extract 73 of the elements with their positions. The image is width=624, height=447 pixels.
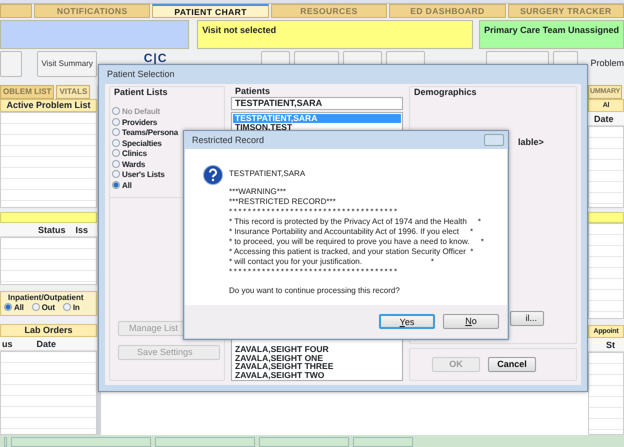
message-line: * Insurance Portability and Accountability Act of 1996. If you elect * bbox=[229, 227, 474, 237]
dialog-button[interactable]: Yes bbox=[379, 314, 435, 329]
radio-button[interactable] bbox=[112, 180, 120, 188]
option-label: Out bbox=[42, 303, 55, 312]
group-title: Demographics bbox=[413, 87, 478, 97]
column-header: us bbox=[2, 338, 13, 350]
problem-label: Problem bbox=[590, 57, 624, 70]
radio-button[interactable] bbox=[112, 160, 120, 168]
radio-button[interactable] bbox=[112, 128, 120, 136]
option-label: No Default bbox=[122, 107, 160, 116]
patient-list-item[interactable]: ZAVALA,SEIGHT ONE bbox=[233, 354, 401, 362]
option-label: In bbox=[72, 303, 80, 312]
option-label: Specialties bbox=[122, 138, 162, 148]
question-icon bbox=[203, 165, 223, 185]
column-header: Status bbox=[38, 224, 66, 236]
column-header: Date bbox=[36, 338, 56, 350]
column-header: Date bbox=[594, 113, 614, 125]
dialog-title: Patient Selection bbox=[106, 68, 176, 81]
option-label: Teams/Persona bbox=[122, 128, 178, 137]
radio-option[interactable]: In bbox=[62, 303, 80, 314]
radio-button[interactable] bbox=[112, 170, 120, 178]
panel-header bbox=[588, 212, 624, 223]
patient-banner[interactable] bbox=[0, 20, 190, 49]
visit-summary-button[interactable]: Visit Summary bbox=[37, 51, 97, 77]
patient-name: TESTPATIENT,SARA bbox=[229, 169, 306, 179]
radio-option[interactable]: Providers bbox=[112, 118, 224, 128]
message-line: ***RESTRICTED RECORD*** bbox=[229, 197, 337, 207]
patient-search-field[interactable]: TESTPATIENT,SARA bbox=[231, 97, 403, 110]
group-title: Patient Lists bbox=[113, 87, 169, 97]
logo: C|C bbox=[144, 50, 168, 67]
toolbar-button[interactable] bbox=[0, 51, 22, 77]
option-label: Wards bbox=[122, 160, 146, 168]
option-label: Clinics bbox=[122, 149, 147, 158]
radio-option[interactable]: All bbox=[4, 303, 24, 314]
dialog-button[interactable]: No bbox=[443, 314, 499, 329]
message-line: * to proceed, you will be required to prove you have a need to know. * bbox=[229, 237, 484, 247]
close-button[interactable] bbox=[484, 134, 504, 146]
patient-list-item[interactable]: ZAVALA,SEIGHT FOUR bbox=[233, 345, 401, 354]
option-label: All bbox=[14, 303, 24, 312]
detail-button[interactable]: il... bbox=[510, 311, 544, 326]
demographics-text: lable> bbox=[517, 137, 545, 147]
care-team-banner[interactable]: Primary Care Team Unassigned bbox=[479, 20, 624, 49]
panel-header: Active Problem List bbox=[0, 99, 97, 112]
radio-button[interactable] bbox=[112, 138, 120, 146]
message-line: ************************************ bbox=[229, 267, 400, 277]
message-line: * Accessing this patient is tracked, and your station Security Officer * bbox=[229, 247, 474, 257]
patient-list-item[interactable]: TIMSON,TEST bbox=[233, 122, 401, 131]
dialog-title: Restricted Record bbox=[191, 134, 266, 147]
message-line: * This record is protected by the Privacy Act of 1974 and the Health * bbox=[229, 217, 482, 227]
cancel-button[interactable]: Cancel bbox=[488, 357, 536, 372]
option-label: Providers bbox=[122, 118, 158, 126]
message-line: * will contact you for your justification. * bbox=[229, 257, 435, 267]
tab[interactable] bbox=[0, 4, 32, 18]
radio-option[interactable]: Out bbox=[32, 303, 55, 314]
option-label: All bbox=[122, 180, 132, 190]
option-label: User's Lists bbox=[122, 170, 165, 179]
question-text: Do you want to continue processing this record? bbox=[229, 286, 401, 296]
group-title: Patients bbox=[234, 86, 272, 96]
message-line: ************************************ bbox=[229, 207, 400, 217]
group-title: Inpatient/Outpatient bbox=[7, 293, 85, 303]
column-header: St bbox=[606, 339, 615, 351]
radio-button[interactable] bbox=[4, 303, 12, 311]
patient-list-item[interactable]: ZAVALA,SEIGHT THREE bbox=[233, 362, 401, 370]
radio-button[interactable] bbox=[62, 303, 71, 311]
tab[interactable]: PATIENT CHART bbox=[152, 4, 269, 18]
message-line: ***WARNING*** bbox=[229, 187, 288, 197]
radio-button[interactable] bbox=[112, 149, 120, 157]
patient-list-item[interactable]: ZAVALA,SEIGHT TWO bbox=[233, 370, 401, 379]
visit-banner[interactable]: Visit not selected bbox=[197, 20, 474, 49]
panel-header: Lab Orders bbox=[0, 324, 97, 336]
radio-button[interactable] bbox=[112, 118, 120, 126]
radio-button[interactable] bbox=[32, 303, 40, 311]
column-header: Iss bbox=[76, 224, 88, 236]
